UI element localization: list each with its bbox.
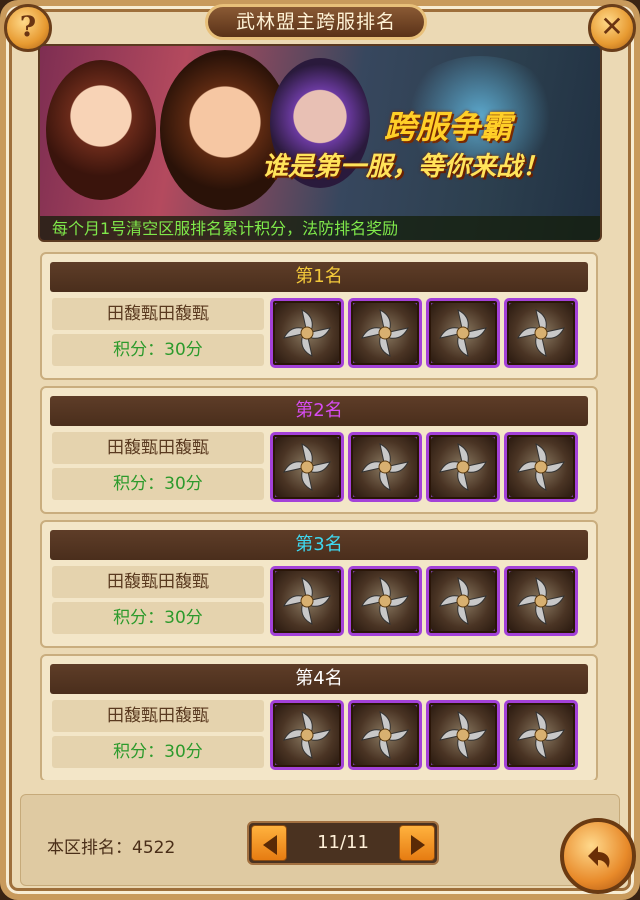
score-value: 积分：30分	[52, 468, 264, 500]
shuriken-icon	[361, 711, 409, 759]
arrow-left-icon	[263, 835, 277, 855]
arrow-right-icon	[411, 835, 425, 855]
reward-slot[interactable]	[504, 298, 578, 368]
prev-page-button[interactable]	[251, 825, 287, 861]
shuriken-icon	[283, 711, 331, 759]
shuriken-icon	[283, 577, 331, 625]
score-value: 积分：30分	[52, 736, 264, 768]
shuriken-icon	[361, 577, 409, 625]
reward-slot[interactable]	[348, 298, 422, 368]
server-name: 田馥甄田馥甄	[52, 432, 264, 464]
window-title: 武林盟主跨服排名	[205, 4, 427, 40]
reward-slot[interactable]	[504, 700, 578, 770]
score-value: 积分：30分	[52, 602, 264, 634]
back-button[interactable]	[560, 818, 636, 894]
reward-slot[interactable]	[426, 700, 500, 770]
page-indicator: 11/11	[317, 832, 369, 853]
reward-slot[interactable]	[348, 700, 422, 770]
next-page-button[interactable]	[399, 825, 435, 861]
banner-slogan-main: 跨服争霸	[384, 108, 513, 146]
region-rank: 本区排名：4522	[47, 838, 176, 858]
rank-title: 第2名	[50, 396, 588, 426]
rank-title: 第3名	[50, 530, 588, 560]
banner-note: 每个月1号清空区服排名累计积分，法防排名奖励	[40, 216, 600, 240]
rank-list[interactable]: 第1名 田馥甄田馥甄 积分：30分 第2名 田馥甄田馥甄 积分：30分 第3名 田馥甄田馥甄积…	[40, 252, 600, 780]
shuriken-icon	[517, 443, 565, 491]
shuriken-icon	[361, 309, 409, 357]
reward-slot[interactable]	[348, 432, 422, 502]
reward-slot[interactable]	[270, 566, 344, 636]
shuriken-icon	[283, 443, 331, 491]
pager: 11/11	[247, 821, 439, 865]
reward-slot[interactable]	[348, 566, 422, 636]
banner-slogan-sub: 谁是第一服，等你来战！	[262, 152, 549, 182]
score-value: 积分：30分	[52, 334, 264, 366]
reward-slot[interactable]	[426, 566, 500, 636]
server-name: 田馥甄田馥甄	[52, 700, 264, 732]
rank-card: 第1名田馥甄田馥甄 积分：30分	[40, 252, 598, 380]
shuriken-icon	[517, 577, 565, 625]
reward-slot[interactable]	[270, 700, 344, 770]
shuriken-icon	[517, 711, 565, 759]
shuriken-icon	[283, 309, 331, 357]
reward-slot[interactable]	[426, 432, 500, 502]
shuriken-icon	[517, 309, 565, 357]
server-name: 田馥甄田馥甄	[52, 298, 264, 330]
reward-slot[interactable]	[504, 566, 578, 636]
rank-card: 第2名田馥甄田馥甄 积分：30分	[40, 386, 598, 514]
server-name: 田馥甄田馥甄	[52, 566, 264, 598]
rank-title: 第4名	[50, 664, 588, 694]
shuriken-icon	[439, 443, 487, 491]
reward-slot[interactable]	[504, 432, 578, 502]
rank-card: 第3名田馥甄田馥甄 积分：30分	[40, 520, 598, 648]
reward-slot[interactable]	[270, 432, 344, 502]
shuriken-icon	[361, 443, 409, 491]
rank-title: 第1名	[50, 262, 588, 292]
reward-slot[interactable]	[270, 298, 344, 368]
hero-portrait-female	[46, 60, 156, 200]
shuriken-icon	[439, 711, 487, 759]
footer-bar: 本区排名：4522 11/11	[20, 794, 620, 886]
event-banner: 跨服争霸 谁是第一服，等你来战！ 每个月1号清空区服排名累计积分，法防排名奖励	[38, 44, 602, 242]
rank-card: 第4名田馥甄田馥甄 积分：30分	[40, 654, 598, 780]
reward-slot[interactable]	[426, 298, 500, 368]
shuriken-icon	[439, 577, 487, 625]
return-arrow-icon	[588, 846, 610, 868]
shuriken-icon	[439, 309, 487, 357]
